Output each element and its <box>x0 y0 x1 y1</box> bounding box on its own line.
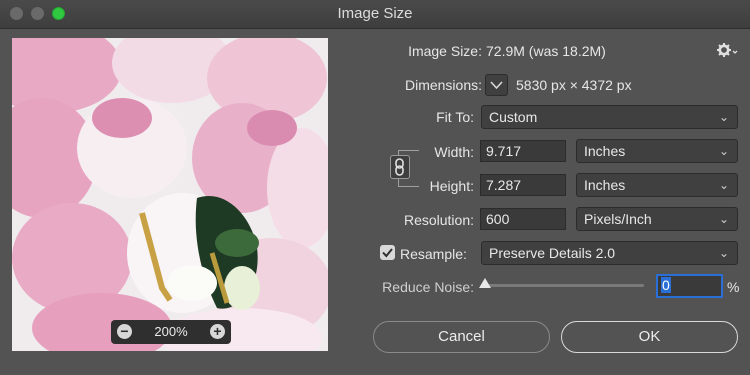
resample-checkbox[interactable] <box>380 245 395 260</box>
width-field[interactable] <box>480 140 566 162</box>
width-unit-select[interactable]: Inches ⌄ <box>576 139 738 163</box>
reduce-noise-value[interactable]: 0 <box>661 277 671 293</box>
dimensions-label: Dimensions: <box>404 77 482 93</box>
fit-to-value: Custom <box>489 109 538 125</box>
image-size-label: Image Size: <box>408 43 482 59</box>
fit-to-label: Fit To: <box>436 109 474 125</box>
resample-label: Resample: <box>400 246 467 262</box>
reduce-noise-slider-track[interactable] <box>484 284 644 287</box>
height-field[interactable] <box>480 174 566 196</box>
width-label: Width: <box>434 144 474 160</box>
resolution-unit-value: Pixels/Inch <box>584 211 652 227</box>
resample-method-value: Preserve Details 2.0 <box>489 245 616 261</box>
chevron-down-icon: ⌄ <box>718 178 729 192</box>
title-bar: Image Size <box>0 0 750 29</box>
zoom-out-icon[interactable]: − <box>117 324 132 339</box>
cancel-button[interactable]: Cancel <box>373 321 550 353</box>
chain-link-icon[interactable] <box>390 155 410 179</box>
window-title: Image Size <box>337 5 413 22</box>
resolution-field[interactable] <box>480 208 566 230</box>
chevron-down-icon <box>490 81 503 90</box>
resolution-label: Resolution: <box>403 212 474 228</box>
height-unit-select[interactable]: Inches ⌄ <box>576 173 738 197</box>
dimensions-dropdown[interactable] <box>485 74 508 96</box>
zoom-in-icon[interactable]: + <box>210 324 225 339</box>
reduce-noise-field-wrap: 0 <box>656 274 723 298</box>
resolution-unit-select[interactable]: Pixels/Inch ⌄ <box>576 207 738 231</box>
height-label: Height: <box>429 178 474 194</box>
image-preview[interactable] <box>12 38 328 351</box>
ok-button[interactable]: OK <box>561 321 738 353</box>
reduce-noise-label: Reduce Noise: <box>382 279 474 295</box>
resample-method-select[interactable]: Preserve Details 2.0 ⌄ <box>481 241 738 265</box>
slider-thumb-icon[interactable] <box>479 278 491 288</box>
zoom-control: − 200% + <box>111 320 231 344</box>
reduce-noise-unit: % <box>727 279 740 295</box>
image-size-value: 72.9M (was 18.2M) <box>486 43 606 59</box>
chevron-down-icon: ⌄ <box>718 212 729 226</box>
width-unit-value: Inches <box>584 143 626 159</box>
dimensions-value: 5830 px × 4372 px <box>516 77 632 93</box>
chevron-down-icon: ⌄ <box>718 110 729 124</box>
chevron-down-icon: ⌄ <box>718 246 729 260</box>
zoom-level: 200% <box>154 324 188 339</box>
chevron-down-icon: ⌄ <box>718 144 729 158</box>
flower-photo <box>12 38 328 351</box>
checkmark-icon <box>382 248 393 258</box>
fit-to-select[interactable]: Custom ⌄ <box>481 105 738 129</box>
height-unit-value: Inches <box>584 177 626 193</box>
gear-icon[interactable] <box>716 41 738 59</box>
